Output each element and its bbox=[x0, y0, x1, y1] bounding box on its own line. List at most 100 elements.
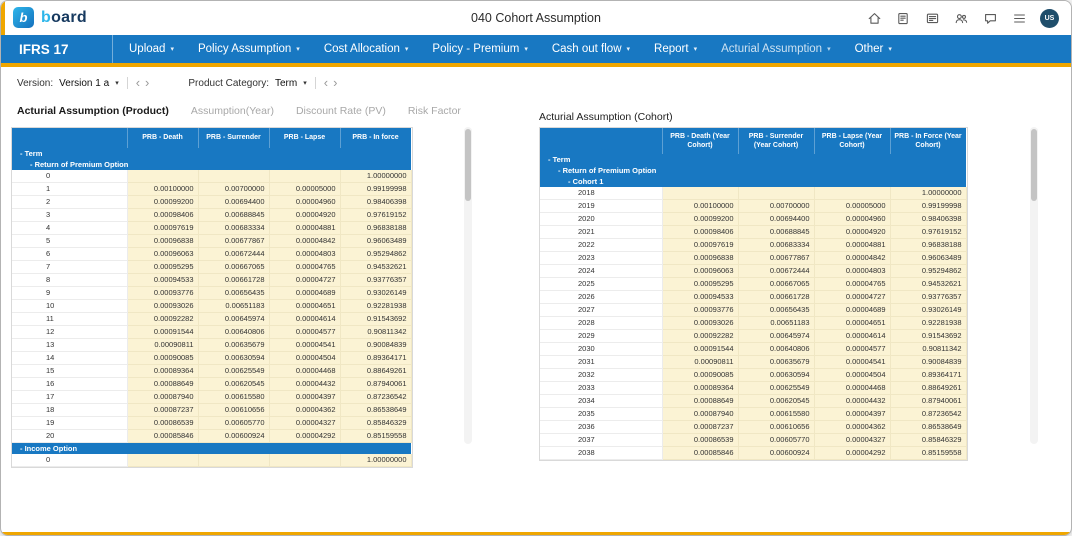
value-cell[interactable]: 0.00004397 bbox=[814, 408, 890, 421]
value-cell[interactable]: 0.00087237 bbox=[127, 404, 198, 417]
value-cell[interactable]: 0.85159558 bbox=[890, 447, 966, 460]
product-prev-button[interactable]: ‹ bbox=[324, 78, 328, 88]
value-cell[interactable]: 0.96063489 bbox=[890, 252, 966, 265]
value-cell[interactable]: 0.00610656 bbox=[738, 421, 814, 434]
value-cell[interactable]: 0.00645974 bbox=[198, 313, 269, 326]
menu-icon[interactable] bbox=[1011, 10, 1027, 26]
value-cell[interactable]: 0.00086539 bbox=[662, 434, 738, 447]
nav-brand[interactable]: IFRS 17 bbox=[1, 35, 113, 63]
value-cell[interactable]: 0.00097619 bbox=[662, 239, 738, 252]
right-scrollbar[interactable] bbox=[1030, 127, 1038, 444]
value-cell[interactable]: 0.00615580 bbox=[738, 408, 814, 421]
value-cell[interactable]: 0.00004803 bbox=[814, 265, 890, 278]
nav-item-other[interactable]: Other▾ bbox=[855, 43, 892, 55]
group-row-label[interactable]: - Term bbox=[540, 154, 966, 165]
value-cell[interactable]: 0.00004803 bbox=[269, 248, 340, 261]
value-cell[interactable]: 0.00672444 bbox=[198, 248, 269, 261]
value-cell[interactable]: 0.00640806 bbox=[198, 326, 269, 339]
value-cell[interactable]: 0.00094533 bbox=[662, 291, 738, 304]
value-cell[interactable]: 0.00661728 bbox=[198, 274, 269, 287]
value-cell[interactable]: 0.00677867 bbox=[738, 252, 814, 265]
value-cell[interactable]: 0.92281938 bbox=[890, 317, 966, 330]
value-cell[interactable] bbox=[662, 187, 738, 200]
nav-item-acturial-assumption[interactable]: Acturial Assumption▾ bbox=[721, 43, 831, 55]
value-cell[interactable]: 0.00096838 bbox=[662, 252, 738, 265]
value-cell[interactable]: 0.87940061 bbox=[340, 378, 411, 391]
value-cell[interactable]: 0.00635679 bbox=[738, 356, 814, 369]
value-cell[interactable]: 0.91543692 bbox=[890, 330, 966, 343]
value-cell[interactable]: 0.00091544 bbox=[127, 326, 198, 339]
value-cell[interactable]: 0.87236542 bbox=[340, 391, 411, 404]
value-cell[interactable]: 0.00630594 bbox=[738, 369, 814, 382]
value-cell[interactable]: 0.99199998 bbox=[890, 200, 966, 213]
value-cell[interactable]: 0.00087940 bbox=[662, 408, 738, 421]
value-cell[interactable]: 0.00004960 bbox=[269, 196, 340, 209]
value-cell[interactable]: 0.00093776 bbox=[662, 304, 738, 317]
value-cell[interactable]: 0.00095295 bbox=[127, 261, 198, 274]
value-cell[interactable]: 0.00605770 bbox=[198, 417, 269, 430]
value-cell[interactable]: 0.00004727 bbox=[814, 291, 890, 304]
value-cell[interactable]: 0.00090811 bbox=[662, 356, 738, 369]
value-cell[interactable]: 0.00620545 bbox=[738, 395, 814, 408]
value-cell[interactable]: 0.00683334 bbox=[738, 239, 814, 252]
product-next-button[interactable]: › bbox=[333, 78, 337, 88]
value-cell[interactable]: 0.00661728 bbox=[738, 291, 814, 304]
group-row-label[interactable]: - Return of Premium Option bbox=[12, 159, 411, 170]
value-cell[interactable] bbox=[738, 187, 814, 200]
value-cell[interactable]: 0.00004362 bbox=[269, 404, 340, 417]
value-cell[interactable]: 0.00004577 bbox=[814, 343, 890, 356]
home-icon[interactable] bbox=[866, 10, 882, 26]
value-cell[interactable]: 0.00700000 bbox=[198, 183, 269, 196]
value-cell[interactable]: 0.00004504 bbox=[814, 369, 890, 382]
column-header[interactable]: PRB - Surrender (Year Cohort) bbox=[738, 128, 814, 154]
value-cell[interactable]: 0.00615580 bbox=[198, 391, 269, 404]
value-cell[interactable]: 0.00088649 bbox=[662, 395, 738, 408]
value-cell[interactable]: 0.90811342 bbox=[340, 326, 411, 339]
value-cell[interactable]: 0.00004468 bbox=[814, 382, 890, 395]
column-header[interactable]: PRB - Death (Year Cohort) bbox=[662, 128, 738, 154]
value-cell[interactable]: 0.00004651 bbox=[814, 317, 890, 330]
value-cell[interactable]: 0.00004920 bbox=[814, 226, 890, 239]
value-cell[interactable]: 0.00004920 bbox=[269, 209, 340, 222]
value-cell[interactable]: 0.00600924 bbox=[198, 430, 269, 443]
value-cell[interactable] bbox=[198, 170, 269, 183]
value-cell[interactable]: 0.00087237 bbox=[662, 421, 738, 434]
value-cell[interactable]: 0.00620545 bbox=[198, 378, 269, 391]
nav-item-policy-assumption[interactable]: Policy Assumption▾ bbox=[198, 43, 300, 55]
value-cell[interactable] bbox=[127, 454, 198, 467]
value-cell[interactable]: 0.00004614 bbox=[269, 313, 340, 326]
value-cell[interactable]: 0.00600924 bbox=[738, 447, 814, 460]
value-cell[interactable]: 0.96838188 bbox=[890, 239, 966, 252]
value-cell[interactable]: 0.85846329 bbox=[890, 434, 966, 447]
value-cell[interactable]: 0.00004689 bbox=[814, 304, 890, 317]
value-cell[interactable]: 0.00004292 bbox=[269, 430, 340, 443]
value-cell[interactable]: 0.00004689 bbox=[269, 287, 340, 300]
value-cell[interactable]: 0.00088649 bbox=[127, 378, 198, 391]
value-cell[interactable]: 0.90084839 bbox=[340, 339, 411, 352]
tab-acturial-assumption-product[interactable]: Acturial Assumption (Product) bbox=[17, 105, 169, 117]
value-cell[interactable]: 0.00099200 bbox=[662, 213, 738, 226]
value-cell[interactable]: 0.00090811 bbox=[127, 339, 198, 352]
group-row-label[interactable]: - Term bbox=[12, 148, 411, 159]
version-value[interactable]: Version 1 a bbox=[59, 78, 109, 89]
value-cell[interactable]: 0.00635679 bbox=[198, 339, 269, 352]
value-cell[interactable]: 1.00000000 bbox=[340, 170, 411, 183]
value-cell[interactable]: 0.00004842 bbox=[814, 252, 890, 265]
value-cell[interactable]: 0.98406398 bbox=[340, 196, 411, 209]
value-cell[interactable]: 0.00004651 bbox=[269, 300, 340, 313]
value-cell[interactable]: 0.99199998 bbox=[340, 183, 411, 196]
value-cell[interactable]: 0.00004765 bbox=[814, 278, 890, 291]
version-prev-button[interactable]: ‹ bbox=[136, 78, 140, 88]
nav-item-cash-out-flow[interactable]: Cash out flow▾ bbox=[552, 43, 630, 55]
value-cell[interactable]: 0.00004292 bbox=[814, 447, 890, 460]
value-cell[interactable]: 0.90811342 bbox=[890, 343, 966, 356]
value-cell[interactable]: 0.00677867 bbox=[198, 235, 269, 248]
value-cell[interactable]: 0.00694400 bbox=[738, 213, 814, 226]
value-cell[interactable]: 0.00100000 bbox=[127, 183, 198, 196]
column-header[interactable]: PRB - Surrender bbox=[198, 128, 269, 148]
value-cell[interactable]: 0.00096838 bbox=[127, 235, 198, 248]
value-cell[interactable]: 0.96063489 bbox=[340, 235, 411, 248]
value-cell[interactable]: 0.00688845 bbox=[198, 209, 269, 222]
value-cell[interactable]: 0.00099200 bbox=[127, 196, 198, 209]
tab-assumption-year[interactable]: Assumption(Year) bbox=[191, 105, 274, 117]
